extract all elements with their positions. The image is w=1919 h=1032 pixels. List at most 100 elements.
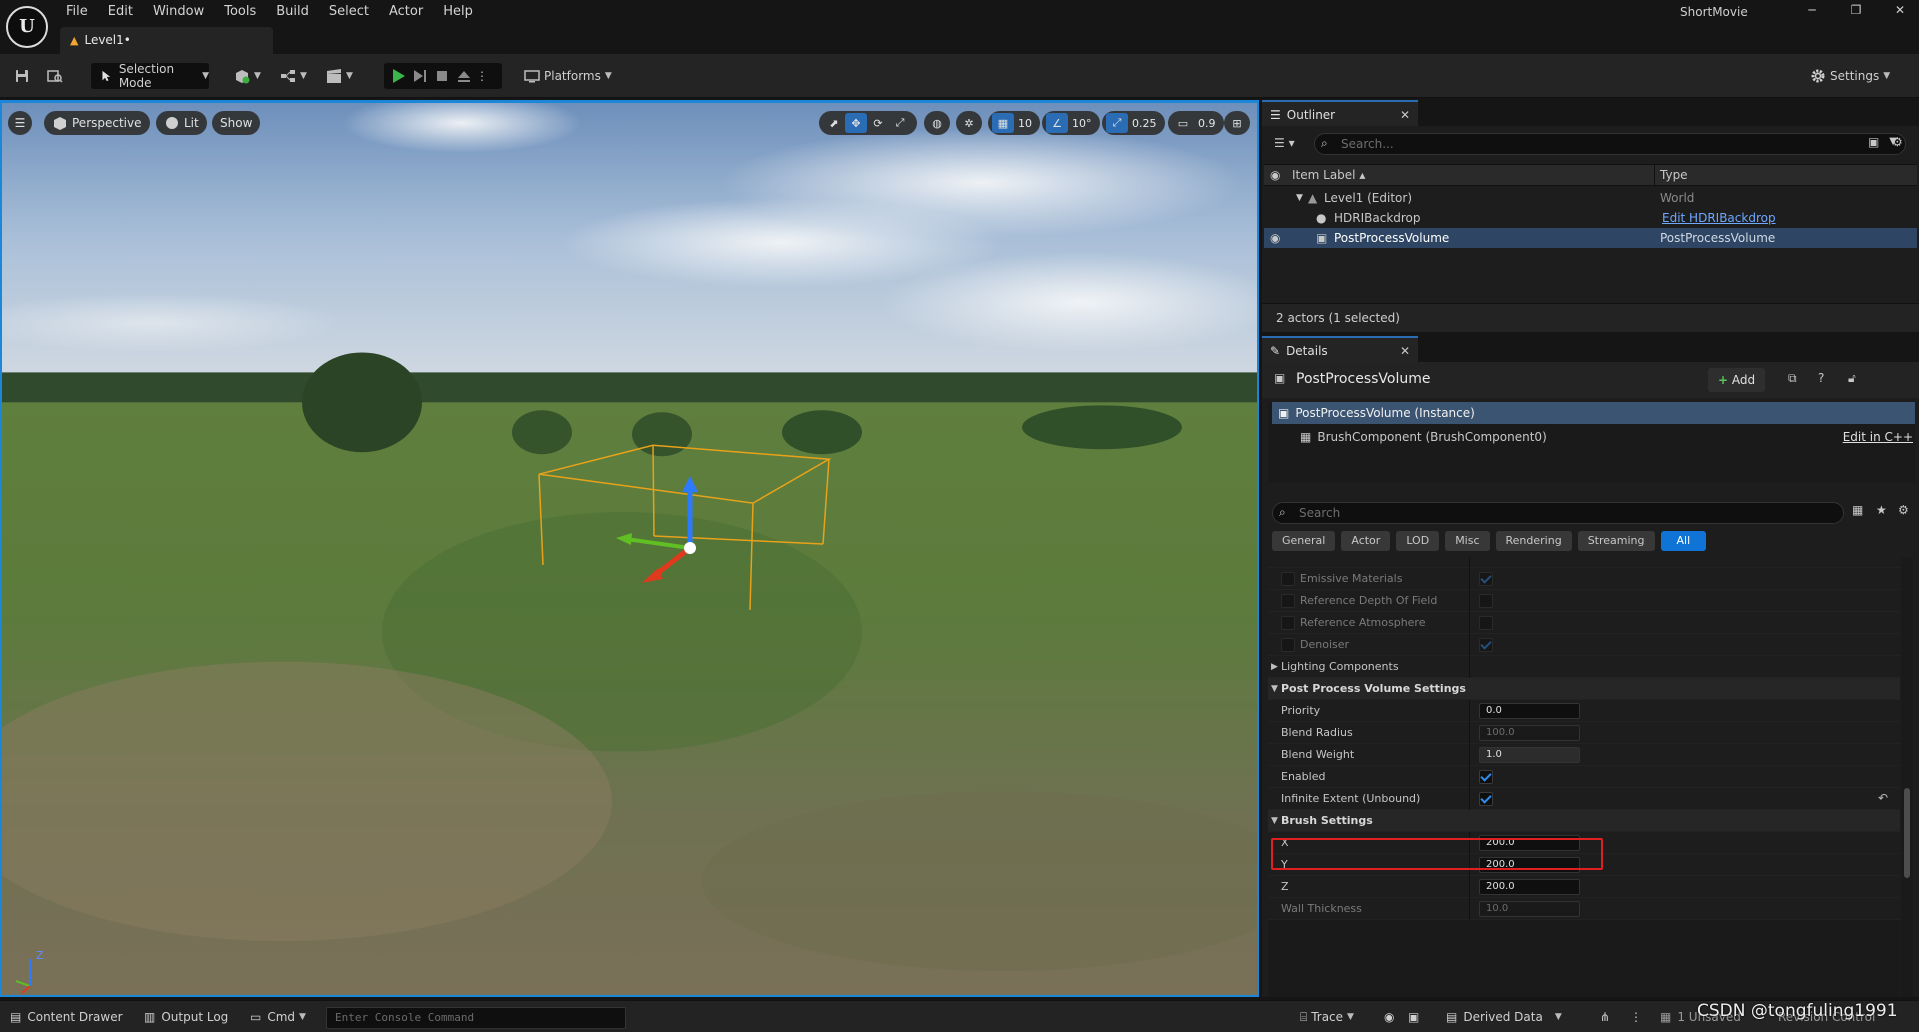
trace-dropdown[interactable]: ⌸ Trace ▼ — [1300, 1001, 1354, 1032]
reference-dof-checkbox[interactable] — [1479, 594, 1493, 608]
level-tab[interactable]: ▲ Level1• — [60, 27, 273, 54]
perspective-button[interactable]: Perspective — [44, 111, 150, 135]
outliner-row-level[interactable]: ▼ ▲ Level1 (Editor) World — [1264, 188, 1917, 208]
edit-toggle-checkbox[interactable] — [1281, 572, 1295, 586]
restore-button[interactable]: ❐ — [1834, 0, 1878, 22]
outliner-row-postprocessvolume[interactable]: ◉ ▣ PostProcessVolume PostProcessVolume — [1264, 228, 1917, 248]
scale-tool-icon[interactable]: ⤢ — [889, 113, 911, 133]
settings-dropdown[interactable]: Settings ▼ — [1810, 63, 1890, 89]
grid-snap-toggle[interactable]: ▦ 10 — [988, 111, 1040, 135]
filter-all[interactable]: All — [1660, 531, 1707, 551]
component-row-brush[interactable]: ▦ BrushComponent (BrushComponent0) Edit i… — [1272, 426, 1915, 448]
category-brush-settings[interactable]: ▼ Brush Settings — [1268, 810, 1900, 832]
filter-streaming[interactable]: Streaming — [1577, 531, 1655, 551]
outliner-tab[interactable]: ☰ Outliner ✕ — [1262, 100, 1418, 126]
close-icon[interactable]: ✕ — [1400, 338, 1410, 364]
platforms-dropdown[interactable]: Platforms ▼ — [524, 63, 612, 89]
brush-z-input[interactable]: 200.0 — [1479, 879, 1580, 895]
close-icon[interactable]: ✕ — [1400, 102, 1410, 128]
more-options-icon[interactable]: ⋮ — [1630, 1001, 1642, 1032]
outliner-row-hdribackdrop[interactable]: ● HDRIBackdrop Edit HDRIBackdrop — [1264, 208, 1917, 228]
menu-actor[interactable]: Actor — [379, 0, 433, 24]
filter-general[interactable]: General — [1272, 531, 1336, 551]
emissive-checkbox[interactable] — [1479, 572, 1493, 586]
denoiser-checkbox[interactable] — [1479, 638, 1493, 652]
menu-help[interactable]: Help — [433, 0, 483, 24]
minimize-button[interactable]: ─ — [1790, 0, 1834, 22]
add-component-button[interactable]: + Add — [1708, 368, 1766, 392]
group-lighting-components[interactable]: ▶ Lighting Components — [1268, 656, 1900, 678]
network-icon[interactable]: ⋔ — [1600, 1001, 1610, 1032]
edit-toggle-checkbox[interactable] — [1281, 594, 1295, 608]
edit-in-cpp-link[interactable]: Edit in C++ — [1843, 426, 1913, 448]
gear-icon[interactable]: ⚙ — [1898, 503, 1909, 517]
actor-name[interactable]: PostProcessVolume — [1296, 371, 1430, 387]
new-folder-icon[interactable]: ▣ — [1868, 135, 1879, 149]
close-window-button[interactable]: ✕ — [1878, 0, 1919, 22]
level-viewport[interactable]: Z ☰ Perspective Lit Show ⬈ ✥ ⟳ ⤢ ◍ ✲ ▦ 1… — [0, 100, 1259, 997]
unreal-logo[interactable]: U — [6, 6, 48, 48]
details-scrollbar[interactable] — [1901, 558, 1913, 997]
output-log-button[interactable]: ▥ Output Log — [144, 1001, 228, 1032]
record-icon[interactable]: ◉ — [1384, 1001, 1394, 1032]
viewport-layout-icon[interactable]: ⊞ — [1224, 111, 1250, 135]
selection-mode-dropdown[interactable]: Selection Mode ▼ — [91, 62, 209, 90]
eye-icon[interactable]: ◉ — [1270, 228, 1280, 248]
help-icon[interactable]: ? — [1818, 371, 1824, 385]
console-command-input[interactable]: Enter Console Command — [326, 1007, 626, 1029]
play-icon[interactable] — [390, 68, 406, 84]
priority-input[interactable]: 0.0 — [1479, 703, 1580, 719]
viewport-menu-button[interactable]: ☰ — [8, 111, 32, 135]
filter-icon[interactable]: ☰ ▾ — [1274, 136, 1295, 150]
world-coordinate-icon[interactable]: ◍ — [924, 111, 950, 135]
chevron-down-icon[interactable]: ▼ — [1296, 188, 1303, 208]
cinematics-button[interactable]: ▼ — [326, 63, 353, 89]
menu-window[interactable]: Window — [143, 0, 214, 24]
scale-snap-value[interactable]: 0.25 — [1128, 117, 1161, 130]
edit-hdribackdrop-link[interactable]: Edit HDRIBackdrop — [1662, 208, 1776, 228]
screenshot-icon[interactable]: ▣ — [1408, 1001, 1419, 1032]
blend-radius-input[interactable]: 100.0 — [1479, 725, 1580, 741]
select-tool-icon[interactable]: ⬈ — [823, 113, 845, 133]
filter-rendering[interactable]: Rendering — [1495, 531, 1572, 551]
derived-data-dropdown[interactable]: ▤ Derived Data ▼ — [1446, 1001, 1562, 1032]
viewport-scene[interactable]: Z — [2, 103, 1257, 995]
outliner-search-input[interactable]: ⌕ Search... ▼ — [1314, 133, 1906, 155]
rotate-tool-icon[interactable]: ⟳ — [867, 113, 889, 133]
rotation-snap-toggle[interactable]: ∠ 10° — [1042, 111, 1100, 135]
reset-to-default-icon[interactable]: ↶ — [1878, 791, 1888, 805]
step-icon[interactable] — [412, 68, 428, 84]
more-options-icon[interactable]: ⋮ — [476, 69, 488, 83]
stop-icon[interactable] — [434, 68, 450, 84]
gear-icon[interactable]: ⚙ — [1892, 135, 1903, 149]
star-icon[interactable]: ★ — [1876, 503, 1887, 517]
menu-edit[interactable]: Edit — [98, 0, 143, 24]
menu-tools[interactable]: Tools — [214, 0, 266, 24]
move-tool-icon[interactable]: ✥ — [845, 113, 867, 133]
filter-actor[interactable]: Actor — [1341, 531, 1391, 551]
menu-select[interactable]: Select — [319, 0, 379, 24]
details-tab[interactable]: ✎ Details ✕ — [1262, 336, 1418, 362]
add-actor-button[interactable]: ▼ — [234, 63, 261, 89]
blueprint-icon[interactable]: ⧉ — [1788, 371, 1797, 386]
menu-build[interactable]: Build — [266, 0, 319, 24]
browse-icon[interactable] — [47, 63, 63, 89]
lock-icon[interactable]: 🔓︎ — [1848, 371, 1856, 386]
column-type[interactable]: Type — [1660, 168, 1688, 182]
lit-button[interactable]: Lit — [156, 111, 207, 135]
content-drawer-button[interactable]: ▤ Content Drawer — [10, 1001, 123, 1032]
filter-lod[interactable]: LOD — [1396, 531, 1440, 551]
blueprint-button[interactable]: ▼ — [280, 63, 307, 89]
reference-atmosphere-checkbox[interactable] — [1479, 616, 1493, 630]
enabled-checkbox[interactable] — [1479, 770, 1493, 784]
scale-snap-toggle[interactable]: ⤢ 0.25 — [1102, 111, 1165, 135]
edit-toggle-checkbox[interactable] — [1281, 616, 1295, 630]
rotation-snap-value[interactable]: 10° — [1068, 117, 1096, 130]
infinite-extent-checkbox[interactable] — [1479, 792, 1493, 806]
camera-speed-button[interactable]: ▭ 0.9 — [1168, 111, 1224, 135]
save-icon[interactable] — [14, 63, 30, 89]
cmd-dropdown[interactable]: ▭ Cmd ▼ — [250, 1001, 306, 1032]
details-search-input[interactable]: ⌕ Search — [1272, 502, 1844, 524]
column-item-label[interactable]: Item Label ▴ — [1292, 168, 1365, 182]
category-post-process-volume-settings[interactable]: ▼ Post Process Volume Settings — [1268, 678, 1900, 700]
